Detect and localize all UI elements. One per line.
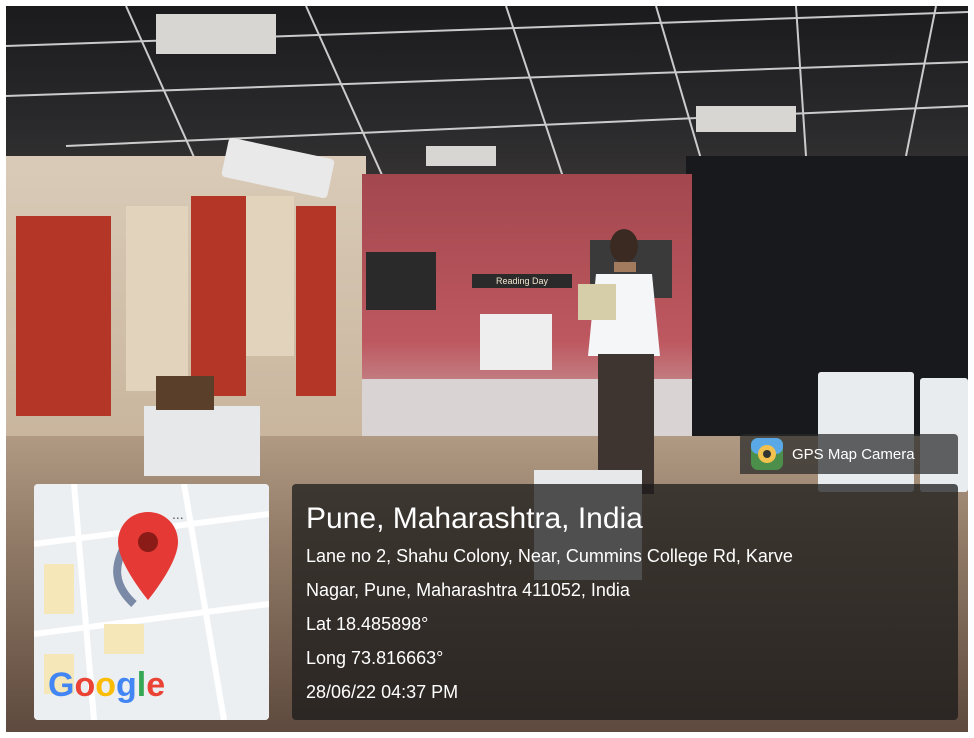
location-info-panel: Pune, Maharashtra, India Lane no 2, Shah… — [292, 484, 958, 720]
longitude: Long 73.816663° — [306, 648, 444, 668]
table-frame — [156, 376, 214, 410]
map-dots: ... — [172, 506, 184, 522]
ceiling-light-panel — [696, 106, 796, 132]
beige-wall-panel — [126, 206, 188, 391]
red-wall-panel — [191, 196, 246, 396]
gps-app-name: GPS Map Camera — [792, 445, 915, 463]
map-pin-icon — [118, 512, 178, 600]
side-table — [144, 406, 260, 476]
location-title: Pune, Maharashtra, India — [306, 502, 643, 535]
slide-heading: Reading Day — [472, 274, 572, 288]
red-wall-panel — [296, 206, 336, 396]
address-line-2: Nagar, Pune, Maharashtra 411052, India — [306, 580, 630, 600]
google-logo: Google — [48, 666, 166, 704]
gps-map-camera-app-icon — [751, 438, 783, 470]
slide-photo — [480, 314, 552, 370]
red-wall-panel — [16, 216, 111, 416]
gps-app-badge: GPS Map Camera — [740, 434, 958, 474]
datetime: 28/06/22 04:37 PM — [306, 682, 459, 702]
latitude: Lat 18.485898° — [306, 614, 429, 634]
address-line-1: Lane no 2, Shahu Colony, Near, Cummins C… — [306, 546, 793, 566]
location-map-thumbnail: ... Google — [34, 484, 269, 720]
covered-chair — [818, 372, 914, 492]
photo-frame: Reading Day GPS Map Camera ... Google Pu… — [6, 6, 968, 732]
slide-image — [366, 252, 436, 310]
ceiling-light-panel — [156, 14, 276, 54]
beige-wall-panel — [246, 196, 294, 356]
ceiling-light-panel — [426, 146, 496, 166]
